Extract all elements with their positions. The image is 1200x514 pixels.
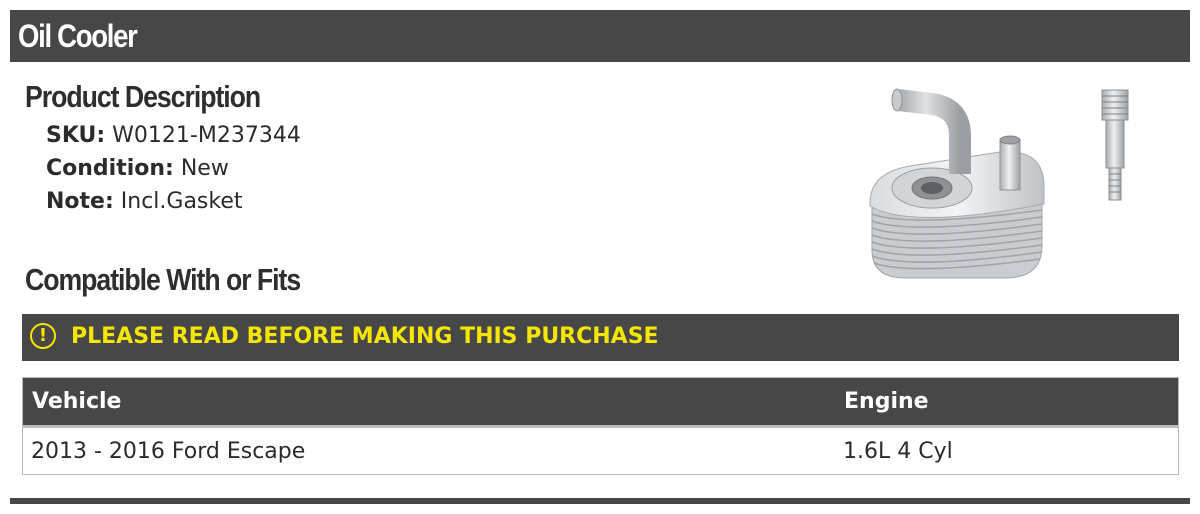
- engine-column-header: Engine: [835, 377, 1179, 428]
- condition-value: New: [180, 156, 229, 181]
- bottom-divider: [10, 498, 1190, 504]
- condition-line: Condition: New: [46, 156, 229, 181]
- note-value: Incl.Gasket: [120, 189, 243, 214]
- note-line: Note: Incl.Gasket: [46, 189, 243, 214]
- condition-label: Condition:: [46, 156, 174, 181]
- note-label: Note:: [46, 189, 114, 214]
- table-header-row: Vehicle Engine: [22, 377, 1179, 428]
- hollow-bolt-shape: [1101, 89, 1129, 201]
- short-pipe-shape: [999, 135, 1021, 191]
- vehicle-cell: 2013 - 2016 Ford Escape: [22, 426, 835, 475]
- purchase-warning-bar: ! PLEASE READ BEFORE MAKING THIS PURCHAS…: [22, 314, 1179, 361]
- product-description-heading: Product Description: [25, 79, 261, 114]
- bent-pipe-shape: [891, 88, 971, 174]
- title-bar: Oil Cooler: [10, 10, 1190, 62]
- sku-label: SKU:: [46, 123, 106, 148]
- table-row: 2013 - 2016 Ford Escape 1.6L 4 Cyl: [22, 426, 1179, 475]
- compatibility-table: Vehicle Engine 2013 - 2016 Ford Escape 1…: [22, 377, 1179, 475]
- oil-cooler-product-image: [869, 88, 1129, 279]
- page-title: Oil Cooler: [18, 18, 138, 54]
- engine-cell: 1.6L 4 Cyl: [835, 426, 1179, 475]
- sku-value: W0121-M237344: [112, 123, 301, 148]
- compatible-heading: Compatible With or Fits: [25, 262, 301, 297]
- warning-text: PLEASE READ BEFORE MAKING THIS PURCHASE: [71, 324, 659, 349]
- vehicle-column-header: Vehicle: [22, 377, 835, 428]
- sku-line: SKU: W0121-M237344: [46, 123, 301, 148]
- exclamation-circle-icon: !: [30, 323, 56, 349]
